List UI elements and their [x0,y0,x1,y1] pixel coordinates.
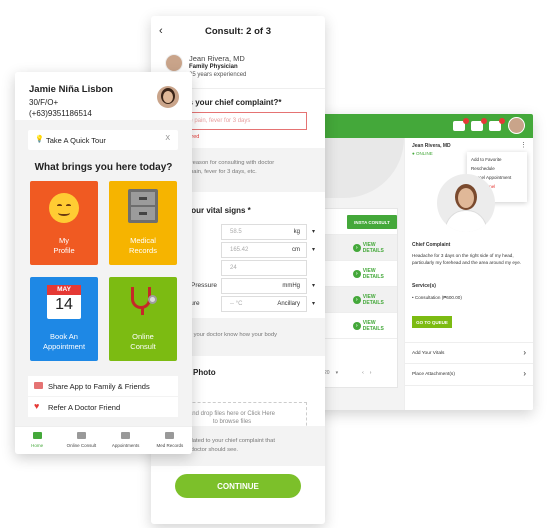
chief-complaint-text: Headache for 3 days on the right side of… [412,253,522,265]
refer-doctor-label: Refer A Doctor Friend [48,402,121,412]
hint-text: the reason for consulting with doctor [181,160,275,166]
height-input[interactable]: 165.42 cm [221,242,307,258]
user-phone: (+63)9351186514 [29,109,92,118]
view-details-link[interactable]: › VIEW DETAILS [353,242,397,254]
home-screen: Jamie Niña Lisbon 30/F/O+ (+63)935118651… [15,72,192,454]
tile-book-appointment[interactable]: MAY 14 Book An Appointment [30,277,98,361]
doctor-name: Jean Rivera, MD [412,143,451,149]
next-page-icon[interactable]: › [370,370,372,376]
bmi-input[interactable]: 24 [221,260,307,276]
share-app-label: Share App to Family & Friends [48,381,150,391]
page-title: Consult: 2 of 3 [205,25,271,37]
prev-page-icon[interactable]: ‹ [362,370,364,376]
complaint-input[interactable]: scle pain, fever for 3 days [175,112,307,130]
doctor-photo [437,174,495,232]
user-name: Jamie Niña Lisbon [29,84,113,95]
quick-tour-banner[interactable]: 💡 Take A Quick Tour X [28,130,178,150]
stethoscope-icon [128,287,158,317]
menu-item-reschedule[interactable]: Reschedule [471,164,523,173]
message-icon[interactable] [471,118,487,131]
doctor-panel: Jean Rivera, MD ● ONLINE ⋮ Add to Favori… [404,138,533,410]
chevron-right-icon: › [523,348,526,357]
service-item: • Consultation (₱600.00) [412,295,462,300]
tile-medical-records[interactable]: Medical Records [109,181,177,265]
consult-icon [76,432,86,439]
view-details-link[interactable]: › VIEW DETAILS [353,294,397,306]
place-attachment-row[interactable]: Place Attachment(s) › [405,364,533,386]
chevron-down-icon[interactable]: ▾ [312,228,315,235]
file-cabinet-icon [128,189,158,223]
add-vitals-row[interactable]: Add Your Vitals › [405,342,533,364]
share-app-row[interactable]: Share App to Family & Friends [28,376,178,396]
envelope-icon [34,382,43,389]
home-question: What brings you here today? [34,162,173,173]
continue-button[interactable]: CONTINUE [175,474,301,498]
nav-home[interactable]: Home [15,427,59,454]
more-icon[interactable]: ⋮ [520,141,527,149]
chevron-right-icon: › [523,369,526,378]
smiley-icon [49,193,79,223]
tile-my-profile[interactable]: My Profile [30,181,98,265]
pressure-input[interactable]: mmHg [221,278,307,294]
doctor-experience: 25 years experienced [189,72,247,78]
complaint-question: at is your chief complaint?* [177,98,282,107]
temperature-input[interactable]: -- °C Ancillary [221,296,307,312]
pagination: 20 ▾ ‹ › [324,370,371,376]
doctor-specialty: Family Physician [189,64,238,70]
lightbulb-icon: 💡 [35,136,44,143]
status-badge: ● ONLINE [412,151,433,156]
tile-online-consult[interactable]: Online Consult [109,277,177,361]
nav-med-records[interactable]: Med Records [148,427,192,454]
view-details-link[interactable]: › VIEW DETAILS [353,320,397,332]
appointments-icon [121,432,131,439]
weight-input[interactable]: 58.5 kg [221,224,307,240]
calendar-icon: MAY 14 [47,285,81,319]
close-icon[interactable]: X [165,135,170,142]
menu-item-favorite[interactable]: Add to Favorite [471,155,523,164]
desktop-dashboard: INSTA CONSULT › VIEW DETAILS › VIEW DETAIL… [300,114,533,410]
view-details-link[interactable]: › VIEW DETAILS [353,268,397,280]
records-icon [165,432,175,439]
chevron-down-icon[interactable]: ▾ [312,282,315,289]
chevron-down-icon[interactable]: ▾ [336,370,339,376]
hint-text: help your doctor know how your body [181,332,278,338]
quick-tour-label: Take A Quick Tour [46,135,106,145]
chevron-down-icon[interactable]: ▾ [312,300,315,307]
doctor-avatar [165,54,183,72]
back-arrow-icon[interactable]: ‹ [159,25,163,37]
user-avatar[interactable] [508,117,525,134]
avatar[interactable] [157,86,179,108]
chat-icon[interactable] [489,118,505,131]
bottom-nav: Home Online Consult Appointments Med Rec… [15,426,192,454]
home-icon [32,432,42,439]
top-bar [300,114,533,138]
chevron-down-icon[interactable]: ▾ [312,246,315,253]
hint-text: cle pain, fever for 3 days, etc. [181,169,257,175]
doctor-name: Jean Rivera, MD [189,54,245,63]
notification-icon[interactable] [453,118,469,131]
refer-doctor-row[interactable]: ♥ Refer A Doctor Friend [28,397,178,417]
user-demographics: 30/F/O+ [29,98,59,107]
go-to-queue-button[interactable]: GO TO QUEUE [412,316,452,328]
insta-consult-button[interactable]: INSTA CONSULT [347,215,397,229]
nav-appointments[interactable]: Appointments [104,427,148,454]
nav-online-consult[interactable]: Online Consult [59,427,103,454]
chief-complaint-label: Chief Complaint [412,242,451,248]
services-label: Service(s) [412,283,436,289]
heart-icon: ♥ [34,401,40,411]
